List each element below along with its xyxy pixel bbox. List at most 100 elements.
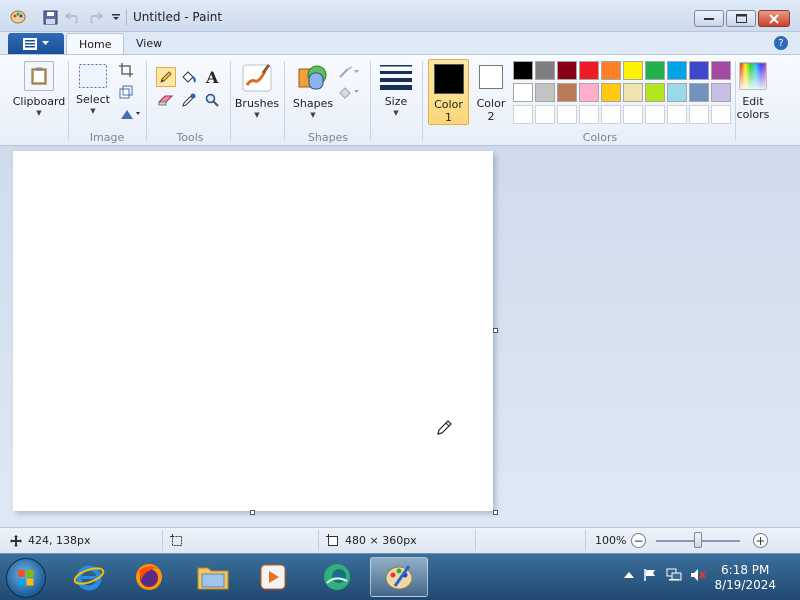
network-icon[interactable] [665, 566, 683, 584]
palette-color-swatch[interactable] [623, 61, 643, 80]
tab-view[interactable]: View [124, 33, 174, 55]
brushes-label: Brushes [234, 97, 280, 110]
redo-icon[interactable] [87, 9, 103, 25]
palette-color-swatch[interactable] [645, 105, 665, 124]
canvas-resize-handle-bottom[interactable] [250, 510, 255, 515]
volume-muted-icon[interactable] [689, 566, 707, 584]
fill-icon[interactable] [337, 83, 361, 101]
palette-color-swatch[interactable] [645, 61, 665, 80]
crop-icon[interactable] [117, 61, 135, 79]
palette-color-swatch[interactable] [667, 105, 687, 124]
palette-color-swatch[interactable] [689, 61, 709, 80]
palette-color-swatch[interactable] [689, 83, 709, 102]
tab-home[interactable]: Home [66, 33, 125, 55]
zoom-level: 100% [595, 534, 626, 547]
ribbon-tab-row: Home View ? [0, 32, 800, 55]
cursor-position: 424, 138px [10, 534, 90, 547]
edit-colors-button[interactable]: Edit colors [736, 61, 770, 121]
palette-color-swatch[interactable] [711, 105, 731, 124]
palette-color-swatch[interactable] [689, 105, 709, 124]
group-separator [370, 61, 371, 141]
maximize-button[interactable] [726, 10, 756, 27]
taskbar-firefox[interactable] [122, 557, 176, 597]
paint-icon [385, 565, 413, 590]
paint-menu-icon [23, 37, 37, 50]
palette-color-swatch[interactable] [667, 83, 687, 102]
palette-color-swatch[interactable] [579, 83, 599, 102]
help-icon[interactable]: ? [774, 36, 788, 50]
palette-color-swatch[interactable] [711, 61, 731, 80]
palette-color-swatch[interactable] [557, 83, 577, 102]
size-button[interactable]: Size ▼ [376, 63, 416, 117]
clipboard-label: Clipboard [12, 95, 66, 108]
magnifier-icon[interactable] [202, 90, 222, 110]
brushes-button[interactable]: Brushes ▼ [234, 61, 280, 119]
fill-tool-icon[interactable] [179, 67, 199, 87]
firefox-icon [136, 564, 162, 590]
clipboard-button[interactable]: Clipboard ▼ [12, 61, 66, 117]
chevron-down-icon: ▼ [36, 109, 42, 117]
paint-app-icon[interactable] [10, 9, 26, 25]
show-hidden-icons[interactable] [620, 566, 638, 584]
select-label: Select [76, 93, 110, 106]
palette-color-swatch[interactable] [601, 83, 621, 102]
taskbar-internet-explorer[interactable] [62, 557, 116, 597]
color-1-button[interactable]: Color 1 [428, 59, 469, 125]
pencil-tool-icon[interactable] [156, 67, 176, 87]
palette-color-swatch[interactable] [579, 61, 599, 80]
palette-color-swatch[interactable] [535, 83, 555, 102]
status-bar: 424, 138px 480 × 360px 100% − + [0, 527, 800, 553]
select-button[interactable]: Select ▼ [74, 63, 112, 115]
canvas-resize-handle-corner[interactable] [493, 510, 498, 515]
palette-color-swatch[interactable] [601, 61, 621, 80]
resize-icon[interactable] [117, 83, 135, 101]
start-button[interactable] [6, 558, 46, 598]
palette-color-swatch[interactable] [557, 105, 577, 124]
color-wheel-icon [739, 62, 767, 90]
shapes-button[interactable]: Shapes ▼ [290, 61, 336, 119]
close-button[interactable] [758, 10, 790, 27]
customize-quick-access-icon[interactable] [108, 9, 124, 25]
palette-color-swatch[interactable] [513, 61, 533, 80]
zoom-out-button[interactable]: − [631, 533, 646, 548]
palette-color-swatch[interactable] [535, 105, 555, 124]
taskbar-app-green[interactable] [310, 557, 364, 597]
media-player-icon [260, 564, 286, 590]
zoom-in-button[interactable]: + [753, 533, 768, 548]
chevron-down-icon [42, 41, 49, 45]
taskbar-paint[interactable] [370, 557, 428, 597]
action-center-flag-icon[interactable] [641, 566, 659, 584]
brush-icon [242, 64, 272, 92]
color-picker-icon[interactable] [179, 90, 199, 110]
color-1-swatch [433, 64, 464, 94]
taskbar-media-player[interactable] [246, 557, 300, 597]
palette-color-swatch[interactable] [623, 105, 643, 124]
paint-menu-button[interactable] [8, 33, 64, 54]
palette-color-swatch[interactable] [667, 61, 687, 80]
palette-color-swatch[interactable] [711, 83, 731, 102]
palette-color-swatch[interactable] [645, 83, 665, 102]
drawing-canvas[interactable] [13, 151, 493, 511]
save-icon[interactable] [42, 9, 58, 25]
system-clock[interactable]: 6:18 PM 8/19/2024 [714, 563, 776, 593]
color-2-button[interactable]: Color 2 [472, 59, 510, 125]
canvas-resize-handle-right[interactable] [493, 328, 498, 333]
palette-color-swatch[interactable] [535, 61, 555, 80]
palette-color-swatch[interactable] [513, 83, 533, 102]
text-tool-icon[interactable]: A [202, 67, 222, 87]
palette-color-swatch[interactable] [513, 105, 533, 124]
zoom-slider-thumb[interactable] [694, 532, 702, 548]
minimize-button[interactable] [694, 10, 724, 27]
taskbar-file-explorer[interactable] [186, 557, 240, 597]
undo-icon[interactable] [65, 9, 81, 25]
outline-icon[interactable] [337, 63, 361, 81]
chevron-down-icon: ▼ [90, 107, 96, 115]
eraser-tool-icon[interactable] [156, 90, 176, 110]
palette-color-swatch[interactable] [601, 105, 621, 124]
palette-color-swatch[interactable] [623, 83, 643, 102]
palette-color-swatch[interactable] [557, 61, 577, 80]
colors-group-label: Colors [582, 131, 618, 144]
rotate-icon[interactable] [117, 105, 143, 123]
canvas-workspace[interactable] [0, 146, 800, 527]
palette-color-swatch[interactable] [579, 105, 599, 124]
